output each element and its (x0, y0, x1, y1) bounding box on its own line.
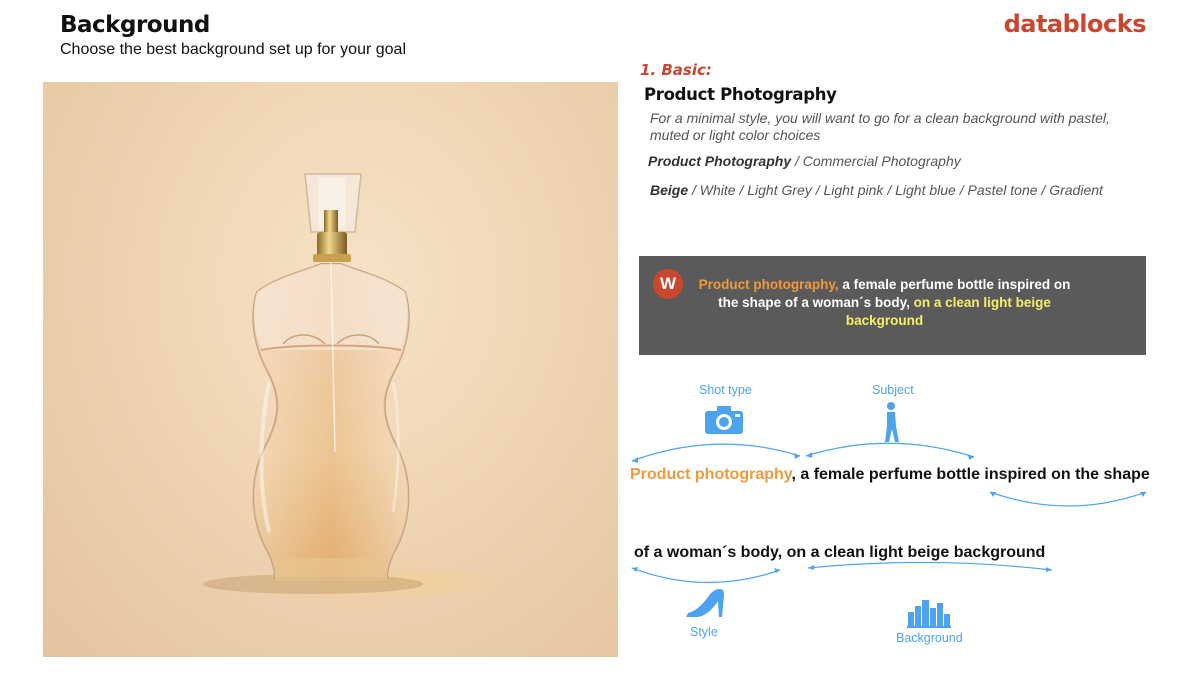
shot-type-label: Shot type (699, 383, 752, 397)
subject-label: Subject (872, 383, 914, 397)
arc-style (631, 567, 781, 584)
section-title: Product Photography (644, 85, 837, 104)
prompt-text: Product photography, a female perfume bo… (697, 276, 1072, 330)
prompt-box: W Product photography, a female perfume … (639, 256, 1146, 355)
high-heel-icon (686, 589, 724, 617)
arc-background (807, 561, 1053, 571)
arc-subject (805, 442, 975, 458)
person-walking-icon (885, 402, 899, 442)
breakdown-line-1-rest: , a female perfume bottle inspired on th… (791, 466, 1150, 483)
page-subtitle: Choose the best background set up for yo… (60, 41, 406, 58)
style-label: Style (690, 625, 718, 639)
section-number: 1. Basic: (640, 61, 712, 79)
arc-subject-cont (989, 491, 1147, 507)
perfume-bottle-illustration (203, 173, 523, 600)
arc-shot-type (631, 443, 801, 462)
colors-bold: Beige (650, 182, 689, 198)
color-options-line: Beige / White / Light Grey / Light pink … (650, 182, 1103, 198)
prompt-shot-type: Product photography, (698, 277, 839, 292)
style-bold: Product Photography (648, 153, 792, 169)
style-rest: / Commercial Photography (791, 153, 961, 169)
city-skyline-icon (907, 600, 951, 628)
page-title: Background (60, 12, 210, 38)
breakdown-line-1: Product photography, a female perfume bo… (630, 466, 1150, 484)
breakdown-line-2: of a woman´s body, on a clean light beig… (634, 544, 1046, 561)
brand-logo: datablocks (1003, 10, 1147, 38)
product-photo (43, 82, 618, 657)
colors-rest: / White / Light Grey / Light pink / Ligh… (688, 182, 1103, 198)
breakdown-shot-type: Product photography (630, 466, 792, 483)
camera-icon (705, 406, 743, 434)
section-description: For a minimal style, you will want to go… (650, 110, 1110, 143)
prompt-logo-icon: W (653, 269, 683, 299)
background-label: Background (896, 631, 963, 645)
style-line: Product Photography / Commercial Photogr… (648, 153, 961, 169)
